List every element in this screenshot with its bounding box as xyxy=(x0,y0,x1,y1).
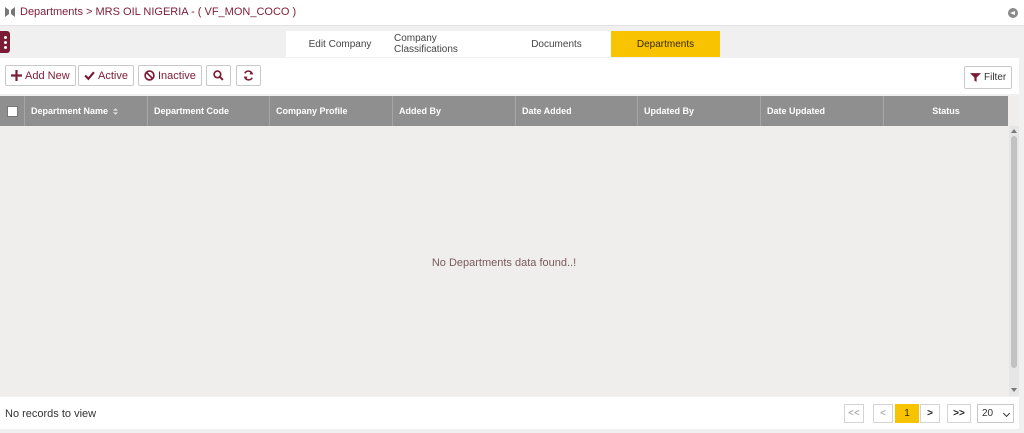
filter-icon xyxy=(970,73,981,82)
page-size-select[interactable]: 20 xyxy=(977,404,1014,423)
departments-grid: Department Name Department Code Company … xyxy=(0,96,1019,396)
tab-company-classifications[interactable]: Company Classifications xyxy=(394,31,502,57)
current-page[interactable]: 1 xyxy=(895,404,919,423)
select-all-checkbox[interactable] xyxy=(7,105,18,117)
filter-label: Filter xyxy=(984,72,1007,83)
tab-edit-company[interactable]: Edit Company xyxy=(286,31,394,57)
ban-icon xyxy=(144,70,155,81)
scroll-thumb[interactable] xyxy=(1011,136,1017,368)
check-icon xyxy=(84,71,95,81)
col-date-added[interactable]: Date Added xyxy=(516,96,638,126)
search-icon xyxy=(213,70,224,81)
col-department-name-label: Department Name xyxy=(31,106,109,116)
next-page-button[interactable]: > xyxy=(920,404,940,423)
col-date-updated[interactable]: Date Updated xyxy=(761,96,884,126)
active-label: Active xyxy=(98,69,128,82)
col-department-name[interactable]: Department Name xyxy=(25,96,148,126)
chevron-down-icon xyxy=(1002,409,1011,418)
tab-row: Edit Company Company Classifications Doc… xyxy=(0,31,1024,57)
empty-message: No Departments data found..! xyxy=(431,257,577,269)
sort-icon xyxy=(113,107,119,115)
active-button[interactable]: Active xyxy=(78,65,134,86)
app-icon xyxy=(5,7,15,17)
col-status[interactable]: Status xyxy=(884,96,1008,126)
tab-departments[interactable]: Departments xyxy=(611,31,720,57)
prev-page-button[interactable]: < xyxy=(873,404,893,423)
vertical-scrollbar[interactable] xyxy=(1009,126,1019,396)
col-added-by[interactable]: Added By xyxy=(393,96,516,126)
top-header: Departments > MRS OIL NIGERIA - ( VF_MON… xyxy=(0,0,1024,26)
col-company-profile[interactable]: Company Profile xyxy=(270,96,393,126)
breadcrumb[interactable]: Departments > MRS OIL NIGERIA - ( VF_MON… xyxy=(20,6,296,18)
inactive-button[interactable]: Inactive xyxy=(138,65,202,86)
last-page-button[interactable]: >> xyxy=(947,404,971,423)
refresh-button[interactable] xyxy=(236,65,261,86)
records-text: No records to view xyxy=(5,408,97,420)
toolbar: Add New Active Inactive Filter xyxy=(0,58,1019,94)
col-updated-by[interactable]: Updated By xyxy=(638,96,761,126)
plus-icon xyxy=(11,70,22,81)
more-menu-icon[interactable] xyxy=(0,31,10,53)
tab-documents[interactable]: Documents xyxy=(502,31,611,57)
tab-bar: Edit Company Company Classifications Doc… xyxy=(286,31,720,57)
first-page-button[interactable]: << xyxy=(844,404,864,423)
inactive-label: Inactive xyxy=(158,69,196,82)
search-button[interactable] xyxy=(206,65,231,86)
add-new-button[interactable]: Add New xyxy=(5,65,76,86)
scroll-up-icon[interactable] xyxy=(1011,129,1017,133)
add-new-label: Add New xyxy=(25,69,70,82)
grid-footer: No records to view << < 1 > >> 20 xyxy=(0,397,1019,429)
select-all-cell xyxy=(0,96,25,126)
back-icon[interactable] xyxy=(1008,8,1018,18)
filter-button[interactable]: Filter xyxy=(964,66,1013,89)
grid-header: Department Name Department Code Company … xyxy=(0,96,1008,126)
refresh-icon xyxy=(243,70,254,81)
col-department-code[interactable]: Department Code xyxy=(148,96,270,126)
scroll-down-icon[interactable] xyxy=(1011,388,1017,392)
page-size-value: 20 xyxy=(982,408,994,419)
